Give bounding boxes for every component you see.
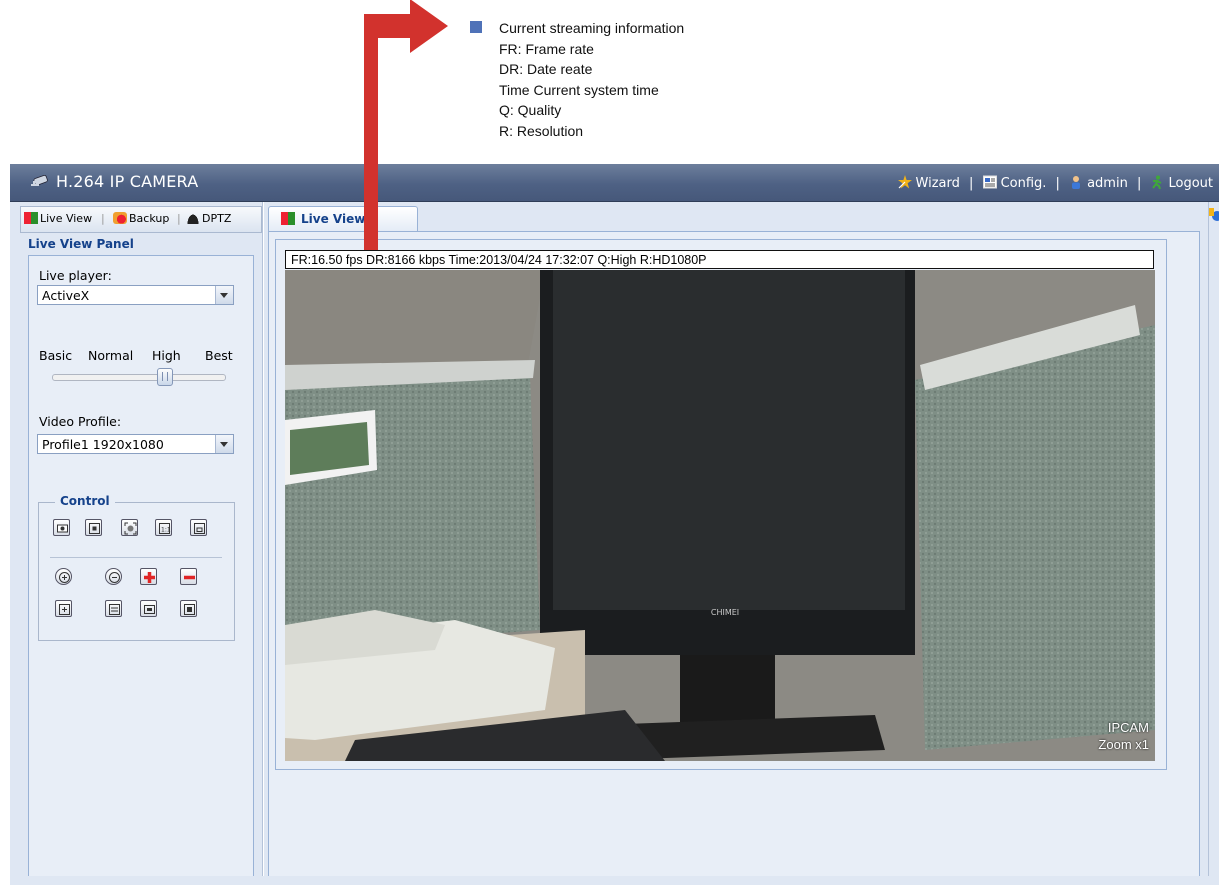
quality-label-normal: Normal [88,348,134,363]
user-link[interactable]: admin [1069,176,1132,191]
fullscreen-icon [89,523,100,534]
focus-icon [124,522,137,535]
config-link[interactable]: Config. [982,175,1051,191]
quality-label-best: Best [205,348,233,363]
grid-icon [184,604,195,615]
collapse-icon [109,604,120,615]
fullscreen-button[interactable] [85,519,102,536]
minus-button[interactable] [180,568,197,585]
logout-label: Logout [1168,176,1213,191]
nav-separator: | [969,176,974,191]
tab-dptz[interactable]: DPTZ [186,212,231,225]
quality-label-basic: Basic [39,348,73,363]
wizard-label: Wizard [915,176,960,191]
expand-icon [59,604,70,615]
annotation-line: R: Resolution [499,122,584,139]
wizard-icon [897,175,912,189]
focus-button[interactable] [121,519,138,536]
live-video[interactable]: CHIMEI IPCAM Zoom x1 [285,270,1155,761]
zoom-out-button[interactable] [105,568,122,585]
control-legend: Control [55,494,115,508]
help-icon[interactable] [1209,208,1219,222]
chevron-down-icon[interactable] [215,435,233,453]
camera-snapshot-icon [57,524,68,533]
live-view-icon [281,212,295,225]
quality-slider-thumb[interactable] [157,368,173,386]
collapse-button[interactable] [105,600,122,617]
live-player-label: Live player: [39,268,112,283]
video-profile-label: Video Profile: [39,414,122,429]
dome-camera-icon [186,212,200,224]
wizard-link[interactable]: Wizard [897,175,964,191]
quality-label-high: High [152,348,181,363]
video-profile-value: Profile1 1920x1080 [42,437,164,452]
plus-button[interactable] [140,568,157,585]
overlay-camera-name: IPCAM [1107,720,1149,735]
legend-marker [470,21,482,33]
quality-slider-track[interactable] [52,374,226,381]
sidebar-tabs: Live View | Backup | DPTZ [20,206,262,233]
user-label: admin [1087,176,1128,191]
monitor-brand: CHIMEI [711,608,739,617]
tab-live-view[interactable]: Live View [24,212,92,225]
tab-backup[interactable]: Backup [113,212,169,225]
zoom-in-button[interactable] [55,568,72,585]
config-label: Config. [1000,176,1047,191]
panel-title: Live View Panel [28,237,134,251]
app-brand: H.264 IP CAMERA [28,172,198,191]
original-size-button[interactable]: 1:1 [155,519,172,536]
annotation-line: FR: Frame rate [499,40,594,57]
nav-separator: | [1136,176,1142,191]
live-player-value: ActiveX [42,288,90,303]
expand-button[interactable] [55,600,72,617]
window-icon [194,523,205,534]
annotation-line: Q: Quality [499,102,562,118]
video-scene: CHIMEI [285,270,1155,761]
top-nav: Wizard | Config. | admin | Logout [897,175,1213,191]
window-button[interactable] [190,519,207,536]
user-icon [1072,176,1081,189]
logout-icon [1152,175,1162,189]
chevron-down-icon[interactable] [215,286,233,304]
layout-button[interactable] [180,600,197,617]
tab-live-view-main[interactable]: Live View [268,206,418,232]
live-view-icon [24,212,38,224]
config-icon [982,175,997,189]
backup-icon [113,212,127,224]
annotation-lines: Current streaming information FR: Frame … [499,18,684,141]
app-title: H.264 IP CAMERA [56,172,199,191]
zoom-out-icon [109,572,120,583]
zoom-in-icon [59,572,70,583]
annotation-line: Time Current system time [499,81,659,98]
plus-icon [144,572,155,583]
stream-info-bar: FR:16.50 fps DR:8166 kbps Time:2013/04/2… [285,250,1154,269]
annotation-line: Current streaming information [499,20,685,36]
snapshot-button[interactable] [53,519,70,536]
svg-text:1:1: 1:1 [161,527,171,534]
tab-label: Live View [301,212,366,226]
right-edge-panel [1208,202,1219,885]
video-profile-select[interactable]: Profile1 1920x1080 [37,434,234,454]
film-icon [144,605,155,614]
tab-label: DPTZ [202,212,232,225]
bottom-border [10,876,1219,885]
logout-link[interactable]: Logout [1150,175,1213,191]
tab-label: Live View [40,212,93,225]
tab-separator: | [177,212,181,225]
tab-separator: | [101,212,105,225]
annotation-line: DR: Date reate [499,61,593,77]
minus-icon [184,575,195,580]
app-header: H.264 IP CAMERA Wizard | Config. | admin… [10,164,1219,202]
tab-label: Backup [129,212,170,225]
live-player-select[interactable]: ActiveX [37,285,234,305]
nav-separator: | [1055,176,1060,191]
record-button[interactable] [140,600,157,617]
ratio-1-1-icon: 1:1 [159,523,171,534]
overlay-zoom-level: Zoom x1 [1098,737,1149,752]
control-divider [50,557,222,558]
camera-icon [31,174,48,186]
